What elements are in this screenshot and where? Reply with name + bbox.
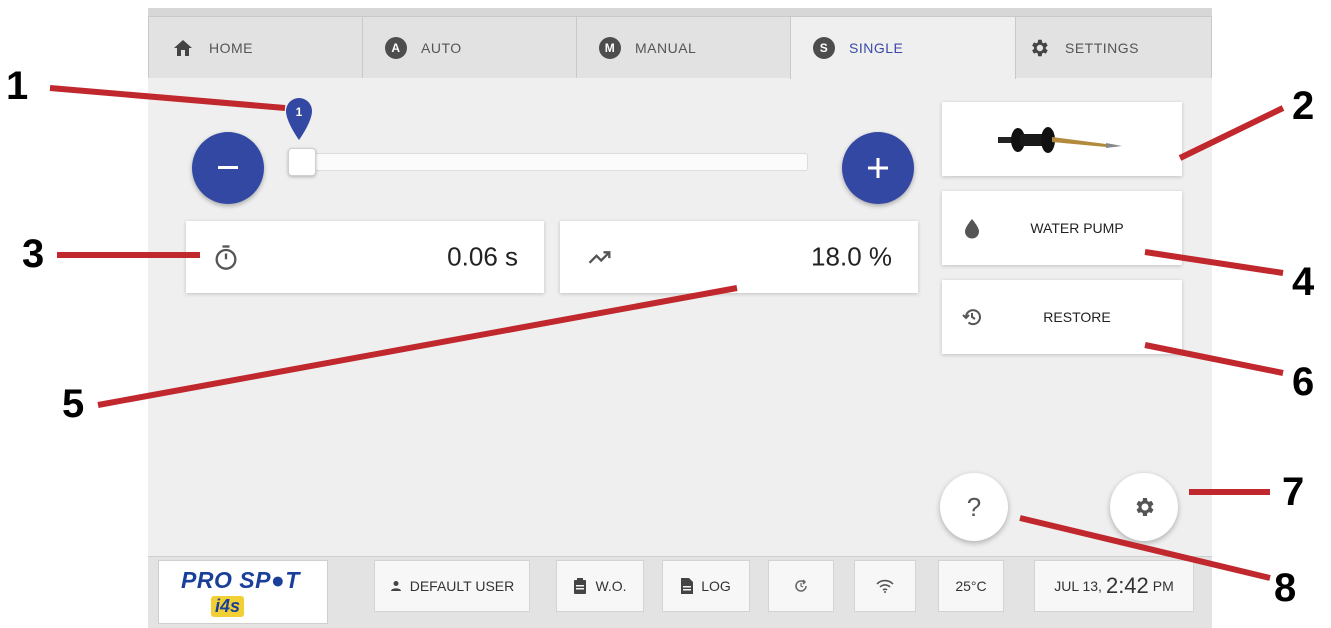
person-icon [390,581,401,591]
work-order-label: W.O. [595,578,627,594]
callout-number-6: 6 [1292,360,1315,404]
slider-thumb[interactable] [288,148,316,176]
tab-settings[interactable]: SETTINGS [1004,16,1212,78]
increase-button[interactable] [842,132,914,204]
callout-number-2: 2 [1292,84,1315,128]
time-card[interactable]: 0.06 s [186,221,544,293]
decrease-button[interactable] [192,132,264,204]
annotated-screenshot: HOME A AUTO M MANUAL S SINGLE SETTINGS 1… [0,0,1331,628]
time-label: 2:42 [1105,573,1149,598]
electrode-tool-button[interactable] [942,102,1182,176]
trending-up-icon [588,251,611,264]
pro-spot-logo: PRO SP●T i4s [158,560,328,624]
log-label: LOG [701,578,731,594]
callout-number-4: 4 [1292,260,1315,304]
clipboard-icon [574,578,587,594]
help-button[interactable]: ? [940,473,1008,541]
timer-button[interactable] [768,560,834,612]
power-card[interactable]: 18.0 % [560,221,918,293]
tab-auto[interactable]: A AUTO [362,16,588,78]
bottom-status-bar: PRO SP●T i4s DEFAULT USER W.O. LOG 25°C … [148,556,1212,628]
ampm-label: PM [1152,578,1174,594]
wifi-icon [876,579,894,593]
tab-bar: HOME A AUTO M MANUAL S SINGLE SETTINGS [148,8,1212,79]
help-icon: ? [966,491,982,522]
water-pump-label: WATER PUMP [1030,220,1124,236]
tab-manual-label: MANUAL [635,39,697,56]
date-label: JUL 13, [1054,578,1102,594]
logo-sub-text: i4s [211,596,245,617]
slider-track[interactable] [288,153,808,171]
callout-number-8: 8 [1274,566,1297,610]
gear-icon [1027,36,1051,60]
tab-single-label: SINGLE [849,40,904,56]
stopwatch-icon [215,245,237,270]
electrode-tool-icon [998,127,1122,153]
callout-number-5: 5 [62,382,85,426]
slider-value-pin-icon [286,98,312,140]
plus-icon [868,158,888,178]
gear-icon [1136,498,1154,516]
tab-settings-label: SETTINGS [1065,39,1140,56]
slider-value-label: 1 [295,105,303,119]
power-value: 18.0 % [811,241,892,272]
temperature-label: 25°C [955,578,987,594]
temperature-display: 25°C [938,560,1004,612]
tab-home-label: HOME [209,39,253,56]
tab-manual[interactable]: M MANUAL [576,16,802,78]
logo-main-text: PRO SP●T [181,567,300,593]
wifi-button[interactable] [854,560,916,612]
callout-number-7: 7 [1282,470,1305,514]
user-label: DEFAULT USER [409,578,515,594]
minus-icon [218,166,238,169]
manual-badge-icon: M [599,36,621,59]
single-badge-icon: S [813,37,835,59]
auto-badge-icon: A [385,36,407,59]
water-pump-button[interactable]: WATER PUMP [942,191,1182,265]
tab-auto-label: AUTO [421,39,462,56]
restore-label: RESTORE [1043,309,1111,325]
document-icon [681,578,694,594]
home-icon [171,36,195,60]
tab-home[interactable]: HOME [148,16,374,78]
user-button[interactable]: DEFAULT USER [374,560,530,612]
datetime-display: JUL 13, 2:42 PM [1034,560,1194,612]
settings-fab-button[interactable] [1110,473,1178,541]
refresh-clock-icon [795,579,807,592]
restore-button[interactable]: RESTORE [942,280,1182,354]
callout-number-1: 1 [6,64,29,108]
device-screen: HOME A AUTO M MANUAL S SINGLE SETTINGS 1… [148,8,1212,628]
work-order-button[interactable]: W.O. [556,560,644,612]
log-button[interactable]: LOG [662,560,750,612]
tab-single[interactable]: S SINGLE [790,16,1016,79]
callout-number-3: 3 [22,232,45,276]
time-value: 0.06 s [447,241,518,272]
